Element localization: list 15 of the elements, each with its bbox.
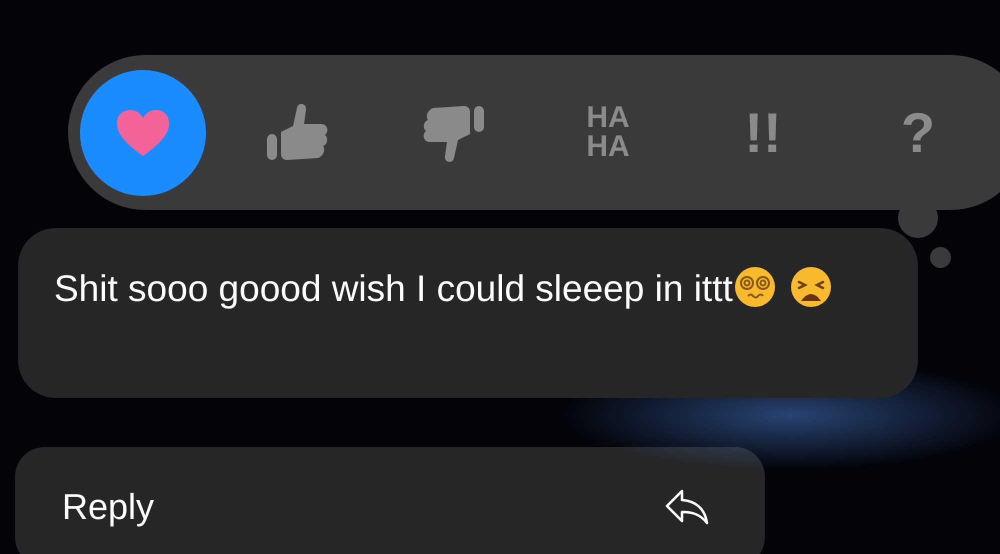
- message-text: Shit sooo goood wish I could sleeep in ittt: [54, 268, 733, 309]
- menu-item-label: Reply: [62, 486, 154, 528]
- dizzy-face-emoji-icon: [732, 265, 777, 309]
- reaction-label: HA: [586, 104, 630, 132]
- reaction-button[interactable]: !!: [700, 70, 826, 196]
- reaction-label: !!: [744, 104, 782, 160]
- reaction-button[interactable]: ?: [855, 70, 981, 196]
- reaction-label: HA: [586, 132, 630, 161]
- thought-dot: [930, 247, 951, 268]
- reaction-label: ?: [900, 104, 936, 160]
- heart-icon: [115, 108, 171, 158]
- reply-arrow-icon: [664, 487, 710, 527]
- weary-face-emoji-icon: [788, 265, 833, 309]
- menu-item[interactable]: Reply: [15, 447, 765, 554]
- reaction-button[interactable]: HA HA: [545, 70, 671, 196]
